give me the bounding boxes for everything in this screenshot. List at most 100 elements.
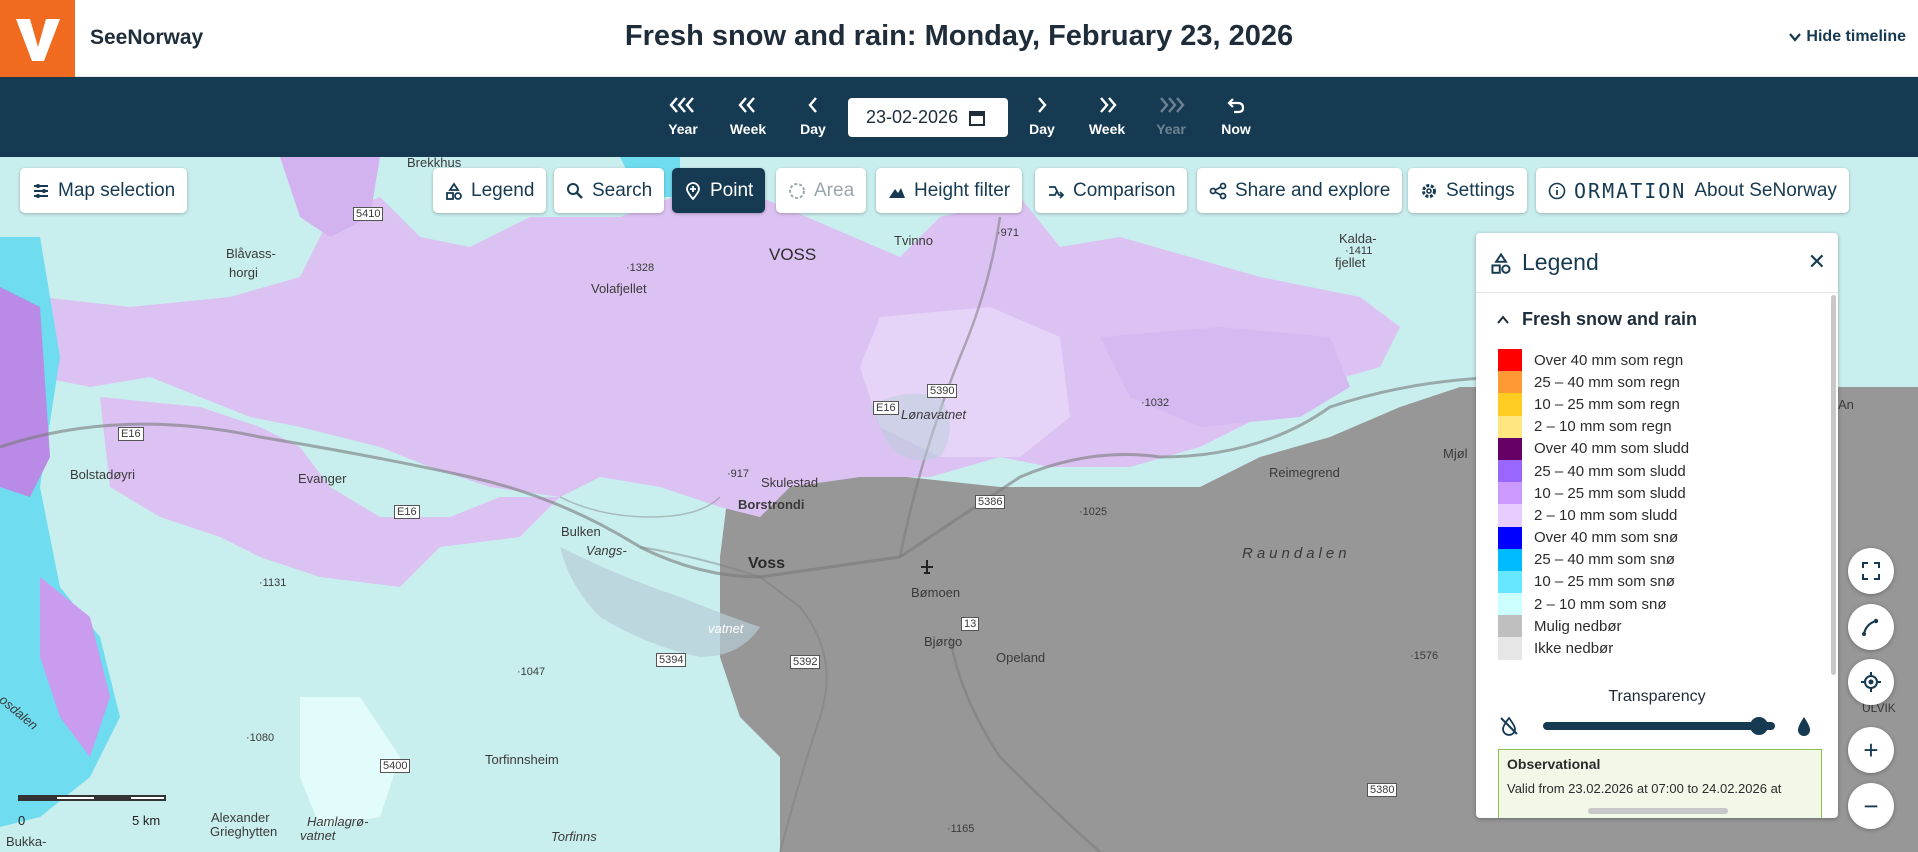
gear-icon — [1422, 183, 1436, 198]
legend-item: 2 – 10 mm som snø — [1498, 593, 1689, 616]
transparency-slider[interactable] — [1498, 711, 1818, 741]
forward-year-label: Year — [1156, 121, 1186, 137]
settings-label: Settings — [1446, 179, 1515, 201]
transparency-label: Transparency — [1608, 688, 1706, 705]
slider-handle[interactable] — [1749, 717, 1768, 735]
search-button[interactable]: Search — [554, 168, 665, 213]
legend-item-label: 25 – 40 mm som snø — [1534, 551, 1675, 569]
date-value: 23-02-2026 — [866, 107, 959, 127]
close-icon[interactable]: ✕ — [1808, 249, 1826, 275]
info-banner-text: ORMATION — [1574, 178, 1687, 203]
now-button[interactable]: Now — [1208, 95, 1264, 137]
locate-icon — [1861, 672, 1881, 692]
legend-item-label: 2 – 10 mm som regn — [1534, 418, 1672, 436]
legend-item: 10 – 25 mm som snø — [1498, 570, 1689, 594]
legend-scrollbar[interactable] — [1831, 295, 1836, 675]
search-label: Search — [592, 179, 653, 201]
back-week-button[interactable]: Week — [720, 95, 776, 137]
info-icon — [1548, 182, 1566, 199]
back-year-button[interactable]: Year — [655, 95, 711, 137]
triple-chevron-right-icon — [1160, 97, 1185, 113]
legend-item-label: 10 – 25 mm som regn — [1534, 395, 1680, 413]
logo[interactable] — [0, 0, 75, 77]
legend-item-label: Over 40 mm som regn — [1534, 351, 1684, 369]
legend-swatch — [1498, 526, 1522, 549]
locate-button[interactable] — [1848, 659, 1894, 705]
scale-bar: 0 5 km — [18, 795, 168, 835]
settings-button[interactable]: Settings — [1408, 168, 1527, 213]
fullscreen-icon — [1862, 562, 1880, 580]
chevron-up-icon — [1497, 314, 1509, 324]
legend-swatch — [1498, 504, 1522, 527]
legend-swatch — [1498, 637, 1522, 660]
zoom-in-button[interactable]: + — [1848, 727, 1894, 773]
legend-swatch — [1498, 437, 1522, 460]
area-label: Area — [814, 179, 855, 201]
point-button[interactable]: Point — [672, 168, 766, 213]
legend-item-label: 25 – 40 mm som regn — [1534, 373, 1680, 391]
legend-horizontal-scrollbar[interactable] — [1588, 808, 1728, 814]
legend-item: 10 – 25 mm som sludd — [1498, 482, 1689, 505]
no-drop-icon — [1500, 716, 1518, 736]
legend-item: Over 40 mm som sludd — [1498, 437, 1690, 460]
comparison-button[interactable]: Comparison — [1035, 168, 1188, 213]
observational-title: Observational — [1507, 756, 1601, 772]
hide-timeline-button[interactable]: Hide timeline — [1788, 28, 1906, 46]
legend-header: Legend — [1476, 233, 1838, 293]
legend-item: 25 – 40 mm som regn — [1498, 371, 1689, 394]
legend-item: Over 40 mm som snø — [1498, 526, 1689, 549]
slider-track[interactable] — [1543, 722, 1775, 730]
legend-swatch — [1498, 349, 1522, 372]
observational-text: Valid from 23.02.2026 at 07:00 to 24.02.… — [1507, 781, 1782, 796]
hide-timeline-label: Hide timeline — [1806, 28, 1906, 45]
map-selection-button[interactable]: Map selection — [20, 168, 188, 213]
map-selection-label: Map selection — [58, 179, 176, 201]
legend-section-label: Fresh snow and rain — [1522, 309, 1698, 329]
legend-item: Ikke nedbør — [1498, 637, 1689, 660]
legend-item-label: 25 – 40 mm som sludd — [1534, 462, 1686, 480]
height-filter-button[interactable]: Height filter — [876, 168, 1023, 213]
legend-item-label: 2 – 10 mm som sludd — [1534, 506, 1678, 524]
legend-item: 2 – 10 mm som regn — [1498, 415, 1689, 438]
legend-item: 25 – 40 mm som sludd — [1498, 459, 1689, 483]
legend-label: Legend — [471, 179, 535, 201]
calendar-icon[interactable] — [968, 109, 986, 127]
airport-icon — [921, 560, 933, 574]
legend-item: Over 40 mm som regn — [1498, 349, 1689, 372]
scale-label-start: 0 — [18, 813, 26, 828]
back-day-button[interactable]: Day — [785, 95, 841, 137]
draw-line-icon — [1862, 618, 1879, 636]
sliders-icon — [34, 183, 48, 198]
legend-button[interactable]: Legend — [433, 168, 547, 213]
app-header: SeeNorway Fresh snow and rain: Monday, F… — [0, 0, 1918, 77]
about-label: About SeNorway — [1694, 179, 1837, 201]
area-button[interactable]: Area — [776, 168, 867, 213]
share-button[interactable]: Share and explore — [1197, 168, 1403, 213]
logo-v-icon — [15, 18, 60, 61]
comparison-label: Comparison — [1073, 179, 1176, 201]
mountain-icon — [889, 187, 905, 198]
zoom-out-button[interactable]: − — [1848, 783, 1894, 829]
legend-item-label: Over 40 mm som sludd — [1534, 440, 1690, 458]
forward-year-button[interactable]: Year — [1143, 95, 1199, 137]
back-day-label: Day — [800, 121, 826, 137]
fullscreen-button[interactable] — [1848, 548, 1894, 594]
legend-items: Over 40 mm som regn 25 – 40 mm som regn 10… — [1498, 349, 1689, 660]
legend-item: 10 – 25 mm som regn — [1498, 393, 1689, 416]
about-button[interactable]: ORMATION About SeNorway — [1536, 168, 1849, 213]
add-pin-icon — [686, 181, 700, 200]
timeline-bar: Year Week Day 23-02-2026 Day Week Year N… — [0, 77, 1918, 157]
dashed-circle-icon — [789, 182, 805, 199]
legend-section-toggle[interactable]: Fresh snow and rain — [1496, 309, 1697, 330]
draw-button[interactable] — [1848, 604, 1894, 650]
legend-swatch — [1498, 393, 1522, 416]
legend-item-label: 2 – 10 mm som snø — [1534, 595, 1667, 613]
forward-day-button[interactable]: Day — [1014, 95, 1070, 137]
merge-arrows-icon — [1049, 185, 1065, 199]
search-icon — [567, 182, 583, 199]
date-input[interactable]: 23-02-2026 — [848, 98, 1008, 137]
legend-item: 25 – 40 mm som snø — [1498, 548, 1689, 571]
page-title: Fresh snow and rain: Monday, February 23… — [624, 20, 1294, 52]
legend-item: 2 – 10 mm som sludd — [1498, 504, 1689, 527]
forward-week-button[interactable]: Week — [1079, 95, 1135, 137]
